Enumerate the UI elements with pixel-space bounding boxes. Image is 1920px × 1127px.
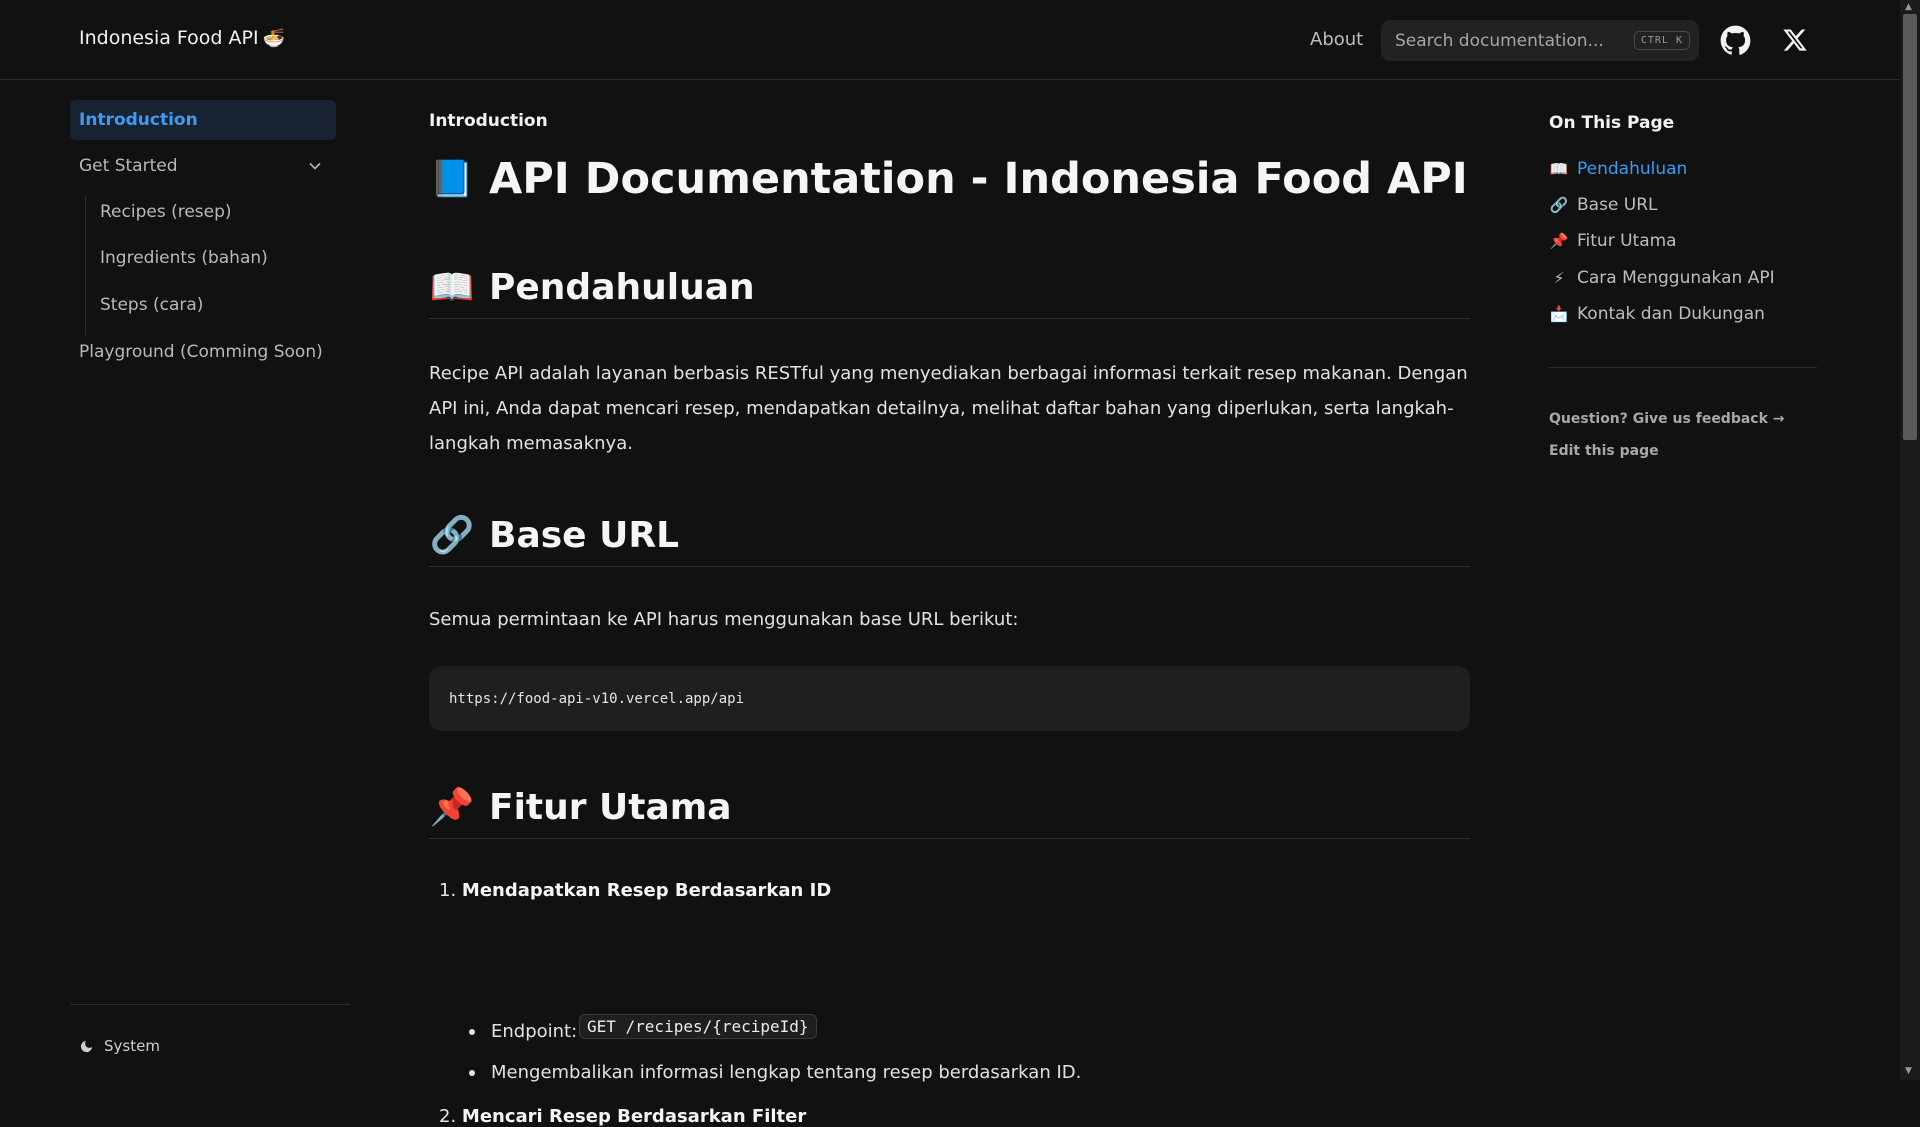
list-item: Endpoint: (469, 1021, 577, 1042)
sidebar-item-introduction[interactable]: Introduction (70, 100, 336, 140)
toc-item-label: Cara Menggunakan API (1577, 268, 1775, 288)
toc-item-cara-menggunakan[interactable]: ⚡ Cara Menggunakan API (1549, 268, 1775, 288)
pushpin-icon: 📌 (1549, 232, 1569, 250)
base-url-code-block[interactable]: https://food-api-v10.vercel.app/api (429, 666, 1470, 731)
pushpin-icon: 📌 (429, 787, 475, 828)
search-box[interactable]: CTRL K (1381, 20, 1699, 61)
bullet (469, 1028, 475, 1035)
breadcrumb: Introduction (429, 111, 548, 131)
section-heading-pendahuluan: 📖 Pendahuluan (429, 266, 1470, 319)
section-heading-text: Fitur Utama (489, 786, 732, 828)
section-heading-fitur-utama: 📌 Fitur Utama (429, 786, 1470, 839)
section-heading-text: Base URL (489, 514, 680, 556)
bowl-icon: 🍜 (262, 27, 286, 49)
toc-item-pendahuluan[interactable]: 📖 Pendahuluan (1549, 159, 1688, 179)
scrollbar[interactable]: ▲ ▼ (1900, 0, 1920, 1080)
scroll-thumb[interactable] (1903, 14, 1917, 440)
feature-number: 1. (439, 880, 457, 901)
section-heading-text: Pendahuluan (489, 266, 755, 308)
toc-item-label: Fitur Utama (1577, 231, 1677, 251)
feature-title: Mencari Resep Berdasarkan Filter (461, 1106, 807, 1127)
github-icon[interactable] (1717, 22, 1753, 58)
moon-icon (80, 1040, 93, 1052)
edit-page-link[interactable]: Edit this page (1549, 443, 1659, 459)
top-bar: Indonesia Food API 🍜 About CTRL K (0, 0, 1900, 80)
feature-title: Mendapatkan Resep Berdasarkan ID (461, 880, 832, 901)
toc-divider (1549, 367, 1817, 368)
bullet (469, 1069, 475, 1076)
endpoint-label: Endpoint: (491, 1021, 578, 1042)
search-shortcut-badge: CTRL K (1633, 31, 1690, 50)
theme-toggle[interactable]: System (79, 1037, 160, 1055)
scroll-down-icon[interactable]: ▼ (1905, 1066, 1912, 1076)
toc-item-label: Base URL (1577, 195, 1658, 215)
chevron-down-icon[interactable] (308, 158, 322, 178)
feature-item-2: 2. Mencari Resep Berdasarkan Filter (439, 1106, 806, 1127)
toc-item-kontak[interactable]: 📩 Kontak dan Dukungan (1549, 304, 1765, 324)
scroll-up-icon[interactable]: ▲ (1905, 2, 1912, 12)
lightning-icon: ⚡ (1553, 269, 1565, 287)
open-book-icon: 📖 (1549, 160, 1569, 178)
toc-item-fitur-utama[interactable]: 📌 Fitur Utama (1549, 231, 1677, 251)
endpoint-inline-code: GET /recipes/{recipeId} (579, 1014, 817, 1039)
sidebar-item-label: Get Started (79, 156, 178, 176)
toc-item-label: Pendahuluan (1577, 159, 1688, 179)
sidebar-item-steps[interactable]: Steps (cara) (100, 295, 203, 315)
sidebar-footer: System (70, 1004, 350, 1080)
sidebar-item-ingredients[interactable]: Ingredients (bahan) (100, 248, 268, 268)
sidebar-item-get-started[interactable]: Get Started (70, 146, 336, 186)
search-input[interactable] (1395, 30, 1634, 51)
sidebar-item-recipes[interactable]: Recipes (resep) (100, 202, 232, 222)
sidebar-item-label: Playground (Comming Soon) (79, 342, 323, 362)
feedback-link[interactable]: Question? Give us feedback → (1549, 411, 1785, 427)
sidebar-item-playground[interactable]: Playground (Comming Soon) (70, 332, 336, 372)
submenu-divider (85, 195, 86, 335)
book-blue-icon: 📘 (429, 159, 475, 200)
toc-title: On This Page (1549, 113, 1675, 133)
about-link[interactable]: About (1310, 29, 1363, 50)
brand-link[interactable]: Indonesia Food API 🍜 (79, 27, 285, 49)
sidebar: Introduction Get Started Recipes (resep)… (70, 80, 350, 1080)
link-icon: 🔗 (429, 515, 475, 556)
feature-item-1: 1. Mendapatkan Resep Berdasarkan ID (439, 880, 831, 901)
x-icon[interactable] (1777, 22, 1813, 58)
brand-title: Indonesia Food API (79, 27, 259, 49)
base-url-paragraph: Semua permintaan ke API harus menggunaka… (429, 609, 1019, 630)
toc-item-base-url[interactable]: 🔗 Base URL (1549, 195, 1658, 215)
toc-item-label: Kontak dan Dukungan (1577, 304, 1765, 324)
page-title-text: API Documentation - Indonesia Food API (489, 154, 1468, 204)
envelope-icon: 📩 (1549, 305, 1569, 323)
sidebar-item-label: Introduction (79, 110, 198, 130)
feature-number: 2. (439, 1106, 457, 1127)
open-book-icon: 📖 (429, 267, 475, 308)
link-icon: 🔗 (1549, 196, 1569, 214)
intro-paragraph: Recipe API adalah layanan berbasis RESTf… (429, 363, 1468, 454)
theme-label: System (104, 1037, 160, 1055)
endpoint-code: GET /recipes/{recipeId} (579, 1014, 817, 1039)
section-heading-base-url: 🔗 Base URL (429, 514, 1470, 567)
page-title: 📘 API Documentation - Indonesia Food API (429, 154, 1468, 204)
